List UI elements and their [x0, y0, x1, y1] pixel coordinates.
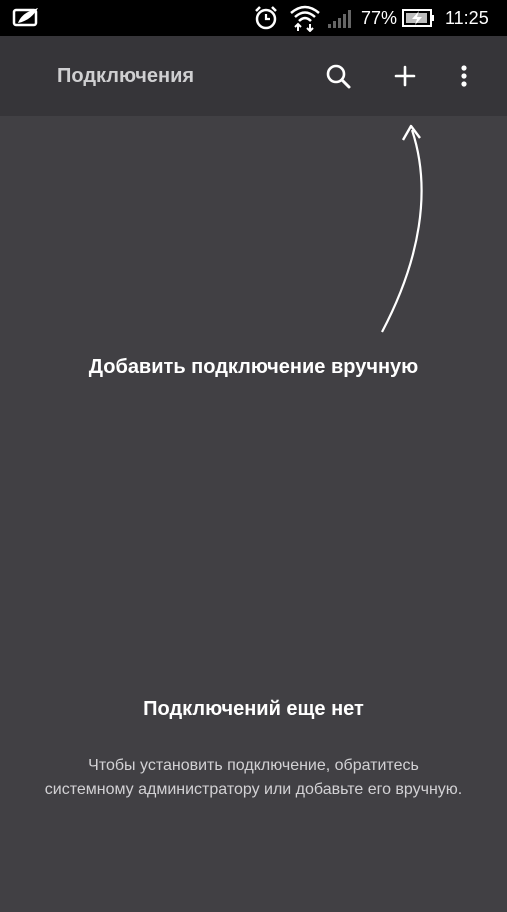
cellular-signal-icon: [327, 9, 353, 34]
empty-state-description: Чтобы установить подключение, обратитесь…: [44, 757, 463, 798]
wifi-icon: [289, 4, 321, 37]
search-button[interactable]: [318, 56, 358, 96]
battery-charging-icon: [402, 8, 436, 33]
add-icon: [394, 65, 416, 87]
alarm-clock-icon: [253, 5, 279, 36]
more-options-button[interactable]: [444, 56, 484, 96]
empty-state-title: Подключений еще нет: [143, 698, 364, 720]
search-icon: [326, 64, 351, 89]
more-vert-icon: [461, 65, 467, 87]
add-connection-hint: Добавить подключение вручную: [88, 356, 419, 378]
battery-percent: 77%: [361, 8, 398, 28]
status-bar: 77% 11:25: [0, 0, 507, 36]
app-notification-icon: [12, 7, 40, 34]
hint-arrow-icon: [381, 124, 423, 333]
clock: 11:25: [445, 8, 489, 28]
add-connection-button[interactable]: [385, 56, 425, 96]
page-title: Подключения: [57, 65, 195, 87]
app-bar: Подключения: [0, 36, 507, 116]
